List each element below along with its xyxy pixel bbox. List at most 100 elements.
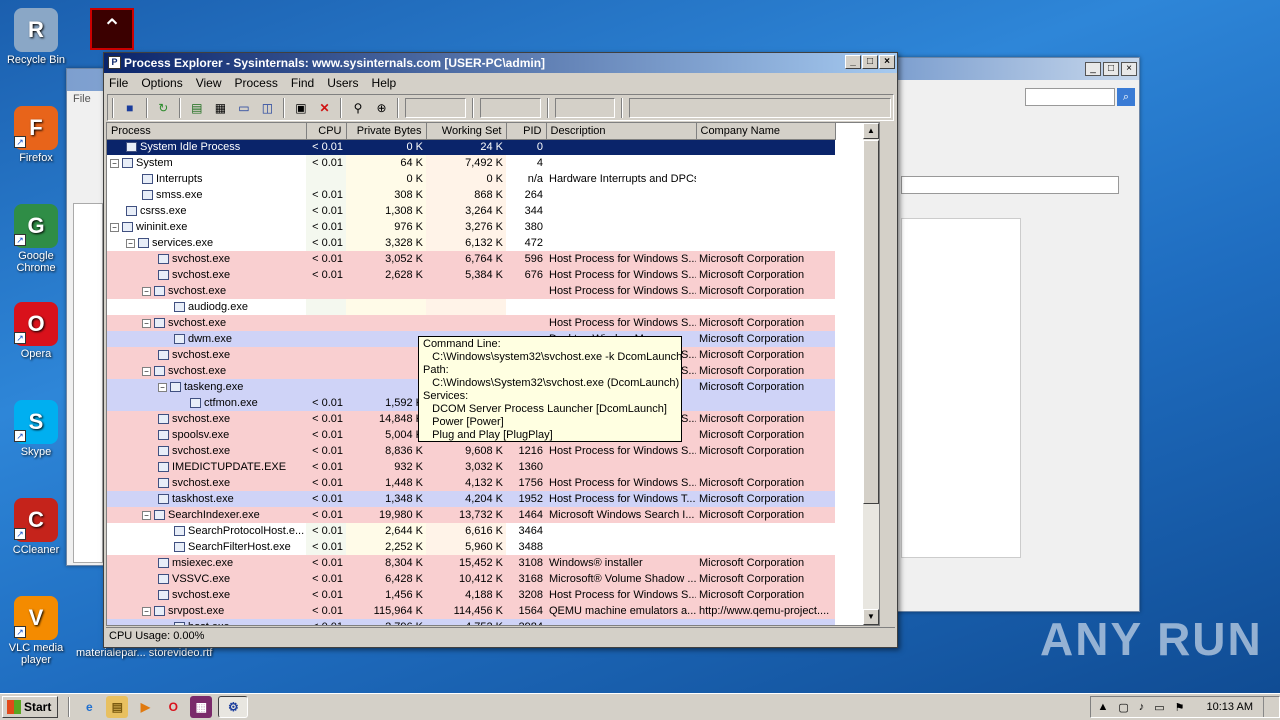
process-explorer-window[interactable]: P Process Explorer - Sysinternals: www.s… <box>103 52 898 648</box>
process-row[interactable]: svchost.exe < 0.01 3,052 K 6,764 K 596 Host P… <box>107 251 835 267</box>
maximize-button[interactable]: □ <box>862 55 878 69</box>
acrobat-icon[interactable]: ⌃ <box>90 8 134 50</box>
col-description[interactable]: Description <box>546 123 697 140</box>
properties-icon[interactable]: ▦ <box>211 99 231 117</box>
explorer-icon[interactable]: ▤ <box>106 696 129 718</box>
process-row[interactable]: audiodg.exe <box>107 299 835 315</box>
menu-users[interactable]: Users <box>327 76 358 90</box>
opera-icon[interactable]: O <box>162 696 184 718</box>
minimize-button[interactable]: _ <box>845 55 861 69</box>
process-row[interactable]: svchost.exe < 0.01 2,628 K 5,384 K 676 Host P… <box>107 267 835 283</box>
menu-options[interactable]: Options <box>141 76 182 90</box>
media-player-icon[interactable]: ▶ <box>134 696 156 718</box>
process-name-cell: audiodg.exe <box>107 299 306 315</box>
kill-icon[interactable]: ✕ <box>315 99 335 117</box>
col-private-bytes[interactable]: Private Bytes <box>346 123 427 140</box>
search-box[interactable] <box>1025 88 1115 106</box>
desktop-icon-firefox[interactable]: ↗ F Firefox <box>6 106 66 164</box>
collapse-toggle[interactable]: − <box>158 382 167 392</box>
collapse-toggle[interactable]: − <box>142 510 151 520</box>
show-desktop-button[interactable] <box>1263 697 1273 717</box>
process-row[interactable]: − System < 0.01 64 K 7,492 K 4 <box>107 155 835 171</box>
process-explorer-task-icon[interactable]: ⚙ <box>218 696 249 718</box>
background-window-explorer[interactable]: _ □ × ⌕ <box>896 57 1140 612</box>
process-row[interactable]: VSSVC.exe < 0.01 6,428 K 10,412 K 3168 Micros… <box>107 571 835 587</box>
process-row[interactable]: svchost.exe < 0.01 8,836 K 9,608 K 1216 Host … <box>107 443 835 459</box>
collapse-toggle[interactable]: − <box>110 222 119 232</box>
collapse-toggle[interactable]: − <box>142 318 151 328</box>
volume-icon[interactable]: ♪ <box>1139 701 1145 713</box>
process-row[interactable]: SearchProtocolHost.e... < 0.01 2,644 K 6,61… <box>107 523 835 539</box>
process-row[interactable]: − wininit.exe < 0.01 976 K 3,276 K 380 <box>107 219 835 235</box>
menu-help[interactable]: Help <box>372 76 397 90</box>
close-button[interactable]: × <box>1121 62 1137 76</box>
vertical-scrollbar[interactable]: ▲ ▼ <box>863 123 879 625</box>
process-row[interactable]: − svchost.exe Host Process for Windows S..… <box>107 283 835 299</box>
process-row[interactable]: csrss.exe < 0.01 1,308 K 3,264 K 344 <box>107 203 835 219</box>
collapse-toggle[interactable]: − <box>142 286 151 296</box>
process-row[interactable]: IMEDICTUPDATE.EXE < 0.01 932 K 3,032 K 1360 <box>107 459 835 475</box>
process-row[interactable]: smss.exe < 0.01 308 K 868 K 264 <box>107 187 835 203</box>
menu-process[interactable]: Process <box>235 76 278 90</box>
search-icon[interactable]: ⌕ <box>1117 88 1135 106</box>
refresh-icon[interactable]: ↻ <box>154 99 174 117</box>
desktop-icon-vlc[interactable]: ↗ V VLC media player <box>6 596 66 666</box>
process-row[interactable]: SearchFilterHost.exe < 0.01 2,252 K 5,960 K… <box>107 539 835 555</box>
winrar-icon[interactable]: ▦ <box>190 696 213 718</box>
process-row[interactable]: System Idle Process < 0.01 0 K 24 K0 <box>107 139 835 155</box>
process-row[interactable]: taskhost.exe < 0.01 1,348 K 4,204 K 1952 Host… <box>107 491 835 507</box>
desktop-icon-chrome[interactable]: ↗ G Google Chrome <box>6 204 66 274</box>
col-pid[interactable]: PID <box>506 123 547 140</box>
properties-sheet-icon[interactable]: ▣ <box>291 99 311 117</box>
dll-icon[interactable]: ◫ <box>258 99 278 117</box>
process-row[interactable]: svchost.exe < 0.01 1,456 K 4,188 K 3208 Host … <box>107 587 835 603</box>
collapse-toggle[interactable]: − <box>142 606 151 616</box>
save-icon[interactable]: ■ <box>120 99 140 117</box>
address-dropdown[interactable] <box>901 176 1119 194</box>
desktop-icon-recycle-bin[interactable]: R Recycle Bin <box>6 8 66 66</box>
collapse-toggle[interactable]: − <box>142 366 151 376</box>
find-icon[interactable]: ⚲ <box>348 99 368 117</box>
menu-find[interactable]: Find <box>291 76 314 90</box>
crosshair-icon[interactable]: ⊕ <box>372 99 392 117</box>
window-icon[interactable]: ▭ <box>234 99 254 117</box>
process-row[interactable]: Interrupts 0 K0 K n/a Hardware Interrupts a… <box>107 171 835 187</box>
col-process[interactable]: Process <box>107 123 307 140</box>
process-row[interactable]: − srvpost.exe < 0.01 115,964 K 114,456 K 1564… <box>107 603 835 619</box>
desktop-icon-ccleaner[interactable]: ↗ C CCleaner <box>6 498 66 556</box>
display-icon[interactable]: ▭ <box>1154 701 1164 714</box>
collapse-toggle[interactable]: − <box>126 238 135 248</box>
scroll-up-button[interactable]: ▲ <box>863 123 879 139</box>
scroll-thumb[interactable] <box>863 140 879 504</box>
process-row[interactable]: host.exe < 0.012,796 K4,752 K2984 <box>107 619 835 625</box>
action-center-flag-icon[interactable]: ⚑ <box>1175 701 1185 714</box>
col-cpu[interactable]: CPU <box>306 123 347 140</box>
process-row[interactable]: msiexec.exe < 0.01 8,304 K 15,452 K 3108 Wind… <box>107 555 835 571</box>
col-working-set[interactable]: Working Set <box>426 123 507 140</box>
process-row[interactable]: − SearchIndexer.exe < 0.01 19,980 K 13,732 K… <box>107 507 835 523</box>
show-hidden-icon[interactable]: ▲ <box>1097 701 1108 713</box>
menu-view[interactable]: View <box>196 76 222 90</box>
desktop-icon-opera[interactable]: ↗ O Opera <box>6 302 66 360</box>
ie-icon[interactable]: e <box>78 696 100 718</box>
process-row[interactable]: svchost.exe < 0.01 1,448 K 4,132 K 1756 Host … <box>107 475 835 491</box>
start-button[interactable]: Start <box>2 696 59 718</box>
scroll-down-button[interactable]: ▼ <box>863 609 879 625</box>
process-row[interactable]: − svchost.exe Host Process for Windows S..… <box>107 315 835 331</box>
menu-file[interactable]: File <box>109 76 128 90</box>
clock[interactable]: 10:13 AM <box>1207 701 1253 713</box>
commit-graph[interactable] <box>479 97 541 118</box>
io-graph[interactable] <box>554 97 616 118</box>
title-bar[interactable]: P Process Explorer - Sysinternals: www.s… <box>104 53 897 73</box>
process-row[interactable]: − services.exe < 0.01 3,328 K 6,132 K 472 <box>107 235 835 251</box>
cpu-graph[interactable] <box>405 97 466 118</box>
close-button[interactable]: × <box>879 55 895 69</box>
network-icon[interactable]: ▢ <box>1118 701 1128 714</box>
maximize-button[interactable]: □ <box>1103 62 1119 76</box>
col-company[interactable]: Company Name <box>696 123 836 140</box>
collapse-toggle[interactable]: − <box>110 158 119 168</box>
desktop-icon-skype[interactable]: ↗ S Skype <box>6 400 66 458</box>
gpu-graph[interactable] <box>629 97 891 118</box>
system-info-icon[interactable]: ▤ <box>187 99 207 117</box>
minimize-button[interactable]: _ <box>1085 62 1101 76</box>
